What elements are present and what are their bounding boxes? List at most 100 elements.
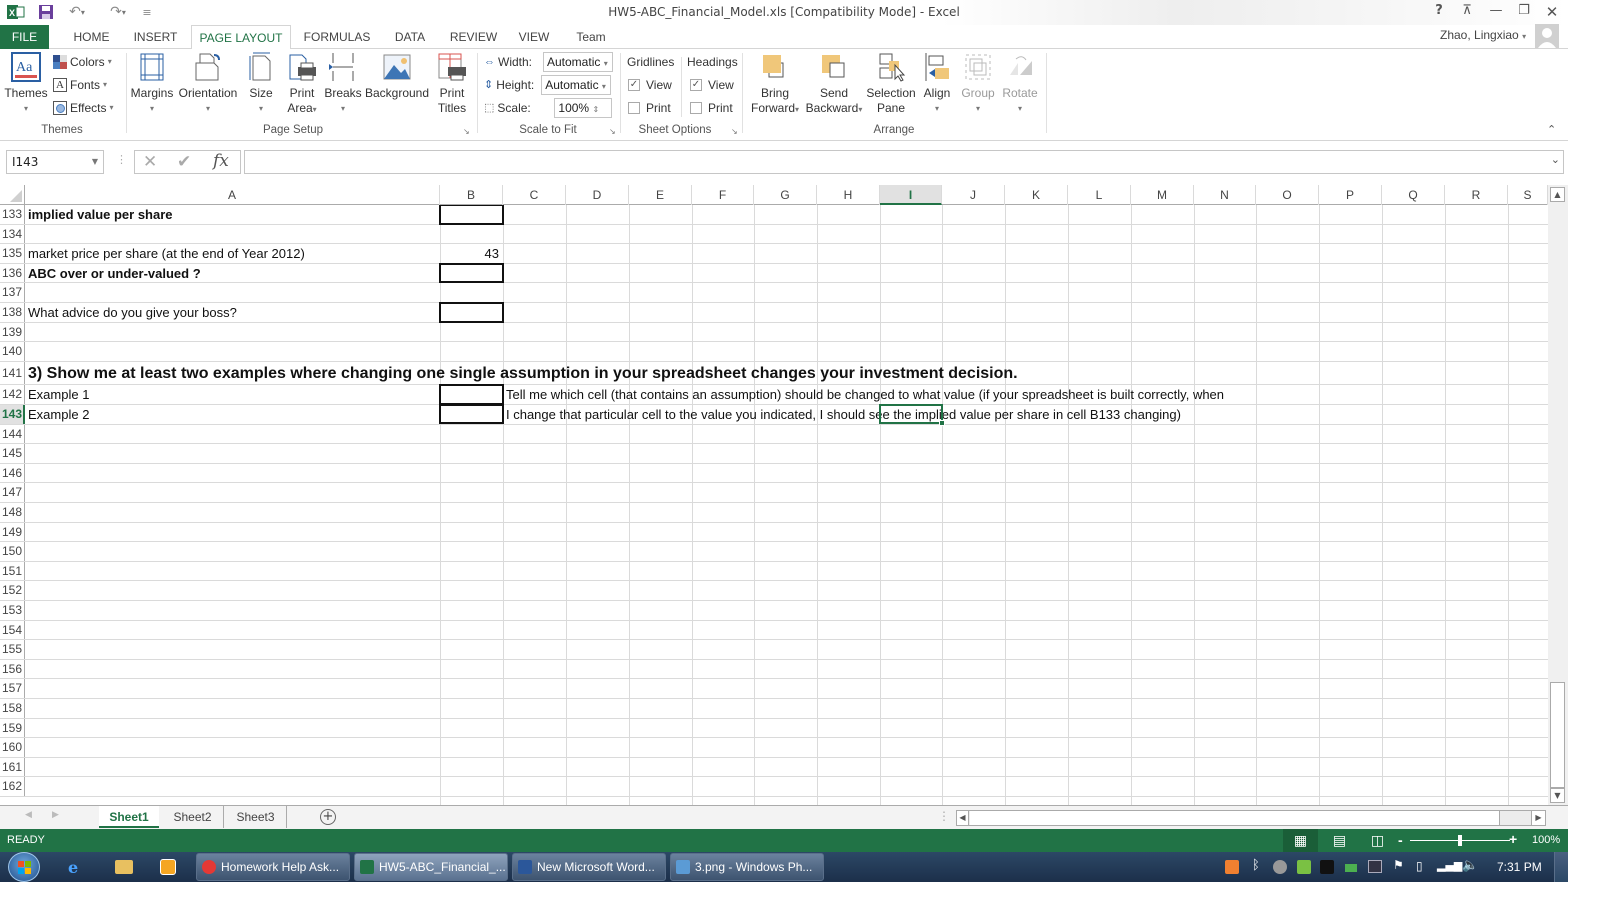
tray-disc-icon[interactable] bbox=[1273, 860, 1287, 874]
cell-a141[interactable]: 3) Show me at least two examples where c… bbox=[28, 362, 1018, 386]
column-header-a[interactable]: A bbox=[25, 185, 440, 205]
sheet-tab-sheet1[interactable]: Sheet1 bbox=[99, 806, 159, 828]
expand-formula-bar-icon[interactable]: ⌄ bbox=[1551, 153, 1560, 166]
page-break-preview-icon[interactable]: ◫ bbox=[1360, 829, 1395, 852]
sheet-options-launcher-icon[interactable]: ↘ bbox=[731, 127, 738, 136]
column-header-q[interactable]: Q bbox=[1382, 185, 1445, 205]
column-header-h[interactable]: H bbox=[817, 185, 880, 205]
bring-forward-button[interactable]: Bring Forward▾ bbox=[747, 51, 803, 117]
row-header-147[interactable]: 147 bbox=[0, 483, 25, 503]
show-desktop-button[interactable] bbox=[1554, 852, 1568, 882]
size-button[interactable]: Size ▾ bbox=[244, 51, 278, 116]
row-header-148[interactable]: 148 bbox=[0, 502, 25, 523]
row-header-141[interactable]: 141 bbox=[0, 361, 25, 386]
user-avatar[interactable] bbox=[1535, 24, 1559, 48]
insert-function-icon[interactable]: fx bbox=[213, 151, 229, 171]
tray-green-icon[interactable] bbox=[1297, 860, 1311, 874]
cell-a143[interactable]: Example 2 bbox=[28, 405, 89, 425]
horizontal-scroll-thumb[interactable] bbox=[970, 811, 1500, 825]
row-header-157[interactable]: 157 bbox=[0, 679, 25, 699]
answer-cell-b133[interactable] bbox=[439, 205, 504, 225]
row-header-143[interactable]: 143 bbox=[0, 404, 25, 425]
scroll-down-icon[interactable]: ▼ bbox=[1550, 788, 1565, 803]
row-header-136[interactable]: 136 bbox=[0, 263, 25, 284]
row-header-138[interactable]: 138 bbox=[0, 303, 25, 323]
row-header-159[interactable]: 159 bbox=[0, 718, 25, 739]
tab-formulas[interactable]: FORMULAS bbox=[300, 25, 374, 49]
row-header-149[interactable]: 149 bbox=[0, 522, 25, 543]
margins-button[interactable]: Margins ▾ bbox=[129, 51, 175, 116]
themes-button[interactable]: Aa Themes ▾ bbox=[4, 51, 48, 116]
taskbar-item[interactable]: Homework Help Ask... bbox=[196, 853, 350, 881]
column-header-d[interactable]: D bbox=[566, 185, 629, 205]
column-header-b[interactable]: B bbox=[440, 185, 503, 205]
row-header-156[interactable]: 156 bbox=[0, 659, 25, 680]
volume-icon[interactable]: 🔈 bbox=[1462, 858, 1478, 873]
column-header-f[interactable]: F bbox=[692, 185, 754, 205]
column-header-o[interactable]: O bbox=[1256, 185, 1319, 205]
restore-icon[interactable]: ❐ bbox=[1513, 3, 1535, 21]
row-header-160[interactable]: 160 bbox=[0, 738, 25, 758]
name-box[interactable]: I143 ▼ bbox=[6, 150, 104, 174]
tab-file[interactable]: FILE bbox=[0, 25, 49, 49]
tab-home[interactable]: HOME bbox=[64, 25, 119, 49]
row-header-162[interactable]: 162 bbox=[0, 777, 25, 797]
height-dropdown[interactable]: Automatic ▾ bbox=[541, 75, 612, 95]
page-setup-launcher-icon[interactable]: ↘ bbox=[463, 127, 470, 136]
orientation-button[interactable]: Orientation ▾ bbox=[177, 51, 239, 116]
row-header-145[interactable]: 145 bbox=[0, 444, 25, 464]
action-center-flag-icon[interactable]: ⚑ bbox=[1393, 858, 1404, 872]
cell-a142[interactable]: Example 1 bbox=[28, 385, 89, 405]
cell-c142[interactable]: Tell me which cell (that contains an ass… bbox=[506, 385, 1224, 405]
ribbon-display-options-icon[interactable]: ⊼ bbox=[1456, 3, 1478, 21]
minimize-icon[interactable]: — bbox=[1485, 3, 1507, 21]
prev-sheet-icon[interactable]: ◀ bbox=[25, 810, 32, 820]
fill-handle[interactable] bbox=[939, 420, 945, 427]
cell-c143[interactable]: I change that particular cell to the val… bbox=[506, 405, 1181, 425]
sheet-tab-sheet2[interactable]: Sheet2 bbox=[162, 806, 224, 828]
row-header-161[interactable]: 161 bbox=[0, 757, 25, 778]
column-header-k[interactable]: K bbox=[1005, 185, 1068, 205]
width-dropdown[interactable]: Automatic ▾ bbox=[543, 52, 613, 72]
column-header-r[interactable]: R bbox=[1445, 185, 1508, 205]
select-all-button[interactable] bbox=[0, 185, 25, 205]
column-header-n[interactable]: N bbox=[1194, 185, 1256, 205]
row-header-151[interactable]: 151 bbox=[0, 561, 25, 582]
colors-button[interactable]: Colors ▾ bbox=[53, 52, 112, 72]
taskbar-item[interactable]: New Microsoft Word... bbox=[512, 853, 666, 881]
tray-battery-meter-icon[interactable] bbox=[1345, 864, 1357, 872]
print-titles-button[interactable]: Print Titles bbox=[433, 51, 471, 116]
send-backward-button[interactable]: Send Backward▾ bbox=[803, 51, 865, 117]
taskbar-item[interactable]: HW5-ABC_Financial_... bbox=[354, 853, 508, 881]
formula-input[interactable]: ⌄ bbox=[244, 150, 1564, 174]
column-header-e[interactable]: E bbox=[629, 185, 692, 205]
system-clock[interactable]: 7:31 PM bbox=[1497, 860, 1542, 874]
zoom-in-icon[interactable]: + bbox=[1509, 831, 1517, 847]
tab-page-layout[interactable]: PAGE LAYOUT bbox=[191, 25, 291, 50]
row-header-134[interactable]: 134 bbox=[0, 224, 25, 245]
tab-split-handle-icon[interactable]: ⋮ bbox=[938, 809, 950, 823]
row-header-133[interactable]: 133 bbox=[0, 205, 25, 225]
row-header-155[interactable]: 155 bbox=[0, 640, 25, 660]
cancel-icon[interactable]: ✕ bbox=[143, 152, 157, 172]
add-sheet-icon[interactable]: + bbox=[320, 809, 336, 825]
headings-view-checkbox[interactable]: ✓ View bbox=[690, 75, 734, 95]
column-header-m[interactable]: M bbox=[1131, 185, 1194, 205]
fonts-button[interactable]: A Fonts ▾ bbox=[53, 75, 107, 95]
tray-app-icon[interactable] bbox=[1225, 860, 1239, 874]
bluetooth-icon[interactable]: ᛒ bbox=[1252, 858, 1260, 873]
column-header-s[interactable]: S bbox=[1508, 185, 1548, 205]
zoom-slider[interactable] bbox=[1410, 835, 1510, 846]
user-name[interactable]: Zhao, Lingxiao ▾ bbox=[1440, 28, 1526, 42]
answer-cell-b143[interactable] bbox=[439, 403, 504, 425]
cell-a138[interactable]: What advice do you give your boss? bbox=[28, 303, 237, 323]
normal-view-icon[interactable]: ▦ bbox=[1283, 829, 1318, 852]
headings-print-checkbox[interactable]: Print bbox=[690, 98, 733, 118]
scale-spinner[interactable]: 100% ⇕ bbox=[554, 98, 613, 118]
background-button[interactable]: Background bbox=[364, 51, 430, 101]
answer-cell-b142[interactable] bbox=[439, 384, 504, 405]
scroll-left-icon[interactable]: ◀ bbox=[957, 811, 969, 825]
next-sheet-icon[interactable]: ▶ bbox=[52, 810, 59, 820]
tab-review[interactable]: REVIEW bbox=[446, 25, 501, 49]
active-cell-selection[interactable] bbox=[879, 403, 945, 427]
